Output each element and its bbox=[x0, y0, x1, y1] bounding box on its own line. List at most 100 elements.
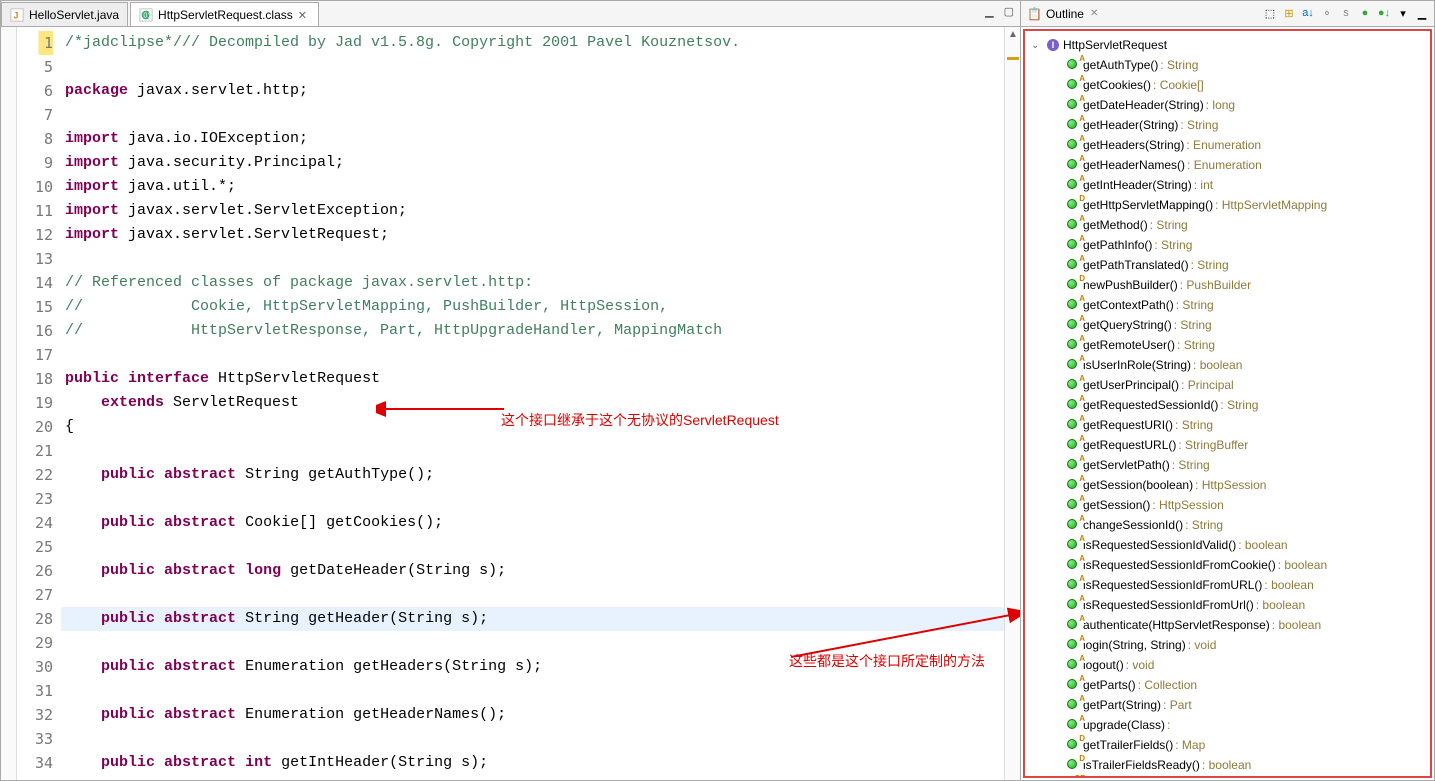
outline-method-item[interactable]: A getSession(boolean) : HttpSession bbox=[1025, 475, 1430, 495]
outline-method-item[interactable]: A authenticate(HttpServletResponse) : bo… bbox=[1025, 615, 1430, 635]
code-line[interactable] bbox=[61, 535, 1004, 559]
outline-method-item[interactable]: A getRequestURI() : String bbox=[1025, 415, 1430, 435]
code-line[interactable]: // Referenced classes of package javax.s… bbox=[61, 271, 1004, 295]
code-line[interactable]: public abstract Enumeration getHeaderNam… bbox=[61, 703, 1004, 727]
code-line[interactable]: { bbox=[61, 415, 1004, 439]
code-line[interactable] bbox=[61, 583, 1004, 607]
editor-tab[interactable]: 01HttpServletRequest.class✕ bbox=[130, 2, 319, 26]
code-line[interactable]: // Cookie, HttpServletMapping, PushBuild… bbox=[61, 295, 1004, 319]
outline-method-item[interactable]: A getHeaders(String) : Enumeration bbox=[1025, 135, 1430, 155]
code-line[interactable]: import java.io.IOException; bbox=[61, 127, 1004, 151]
method-icon: A bbox=[1067, 658, 1081, 672]
hide-nonpublic-icon[interactable]: ● bbox=[1357, 5, 1373, 21]
outline-method-item[interactable]: A getContextPath() : String bbox=[1025, 295, 1430, 315]
method-return-type: : boolean bbox=[1202, 758, 1251, 772]
outline-method-item[interactable]: A getQueryString() : String bbox=[1025, 315, 1430, 335]
outline-method-item[interactable]: A isRequestedSessionIdFromURL() : boolea… bbox=[1025, 575, 1430, 595]
code-area[interactable]: /*jadclipse*/// Decompiled by Jad v1.5.8… bbox=[61, 27, 1004, 780]
outline-method-item[interactable]: A login(String, String) : void bbox=[1025, 635, 1430, 655]
code-line[interactable] bbox=[61, 631, 1004, 655]
outline-header: 📋 Outline ✕ ⬚ ⊞ a↓ ⚬ s ● ●↓ ▾ ▁ bbox=[1021, 1, 1434, 27]
outline-method-item[interactable]: A getUserPrincipal() : Principal bbox=[1025, 375, 1430, 395]
code-line[interactable]: // HttpServletResponse, Part, HttpUpgrad… bbox=[61, 319, 1004, 343]
minimize-view-icon[interactable]: ▁ bbox=[1414, 5, 1430, 21]
link-icon[interactable]: ⊞ bbox=[1281, 5, 1297, 21]
outline-method-item[interactable]: A logout() : void bbox=[1025, 655, 1430, 675]
outline-method-item[interactable]: D newPushBuilder() : PushBuilder bbox=[1025, 275, 1430, 295]
outline-tree[interactable]: ⌄I HttpServletRequestA getAuthType() : S… bbox=[1023, 29, 1432, 778]
outline-method-item[interactable]: A getPathTranslated() : String bbox=[1025, 255, 1430, 275]
tab-close-icon[interactable]: ✕ bbox=[298, 9, 310, 21]
outline-method-item[interactable]: A getHeaderNames() : Enumeration bbox=[1025, 155, 1430, 175]
line-number: 22 bbox=[17, 463, 53, 487]
line-number: 13 bbox=[17, 247, 53, 271]
line-number: 31 bbox=[17, 679, 53, 703]
code-line[interactable]: package javax.servlet.http; bbox=[61, 79, 1004, 103]
outline-method-item[interactable]: A getIntHeader(String) : int bbox=[1025, 175, 1430, 195]
outline-method-item[interactable]: A getRequestedSessionId() : String bbox=[1025, 395, 1430, 415]
code-line[interactable]: public abstract String getAuthType(); bbox=[61, 463, 1004, 487]
outline-method-item[interactable]: SF BASIC_AUTH : String bbox=[1025, 775, 1430, 778]
outline-method-item[interactable]: A getPathInfo() : String bbox=[1025, 235, 1430, 255]
outline-method-item[interactable]: A isRequestedSessionIdValid() : boolean bbox=[1025, 535, 1430, 555]
code-line[interactable]: public abstract Enumeration getHeaders(S… bbox=[61, 655, 1004, 679]
outline-method-item[interactable]: A getServletPath() : String bbox=[1025, 455, 1430, 475]
editor-tab[interactable]: JHelloServlet.java bbox=[1, 2, 128, 26]
code-line[interactable]: public abstract long getDateHeader(Strin… bbox=[61, 559, 1004, 583]
outline-method-item[interactable]: A getParts() : Collection bbox=[1025, 675, 1430, 695]
code-line[interactable]: public abstract String getHeader(String … bbox=[61, 607, 1004, 631]
maximize-icon[interactable]: ▢ bbox=[1004, 5, 1014, 18]
code-line[interactable] bbox=[61, 439, 1004, 463]
outline-method-item[interactable]: A getSession() : HttpSession bbox=[1025, 495, 1430, 515]
outline-method-item[interactable]: A getDateHeader(String) : long bbox=[1025, 95, 1430, 115]
outline-method-item[interactable]: A upgrade(Class) : bbox=[1025, 715, 1430, 735]
outline-method-item[interactable]: A isUserInRole(String) : boolean bbox=[1025, 355, 1430, 375]
hide-static-icon[interactable]: s bbox=[1338, 5, 1354, 21]
scroll-up-icon[interactable]: ▲ bbox=[1008, 29, 1018, 40]
outline-method-item[interactable]: A getRemoteUser() : String bbox=[1025, 335, 1430, 355]
code-line[interactable] bbox=[61, 487, 1004, 511]
outline-method-item[interactable]: A getMethod() : String bbox=[1025, 215, 1430, 235]
outline-method-item[interactable]: A isRequestedSessionIdFromCookie() : boo… bbox=[1025, 555, 1430, 575]
outline-method-item[interactable]: A changeSessionId() : String bbox=[1025, 515, 1430, 535]
hide-fields-icon[interactable]: ⚬ bbox=[1319, 5, 1335, 21]
twisty-icon[interactable]: ⌄ bbox=[1031, 40, 1043, 51]
code-line[interactable]: import javax.servlet.ServletRequest; bbox=[61, 223, 1004, 247]
outline-method-item[interactable]: A getCookies() : Cookie[] bbox=[1025, 75, 1430, 95]
outline-method-item[interactable]: A isRequestedSessionIdFromUrl() : boolea… bbox=[1025, 595, 1430, 615]
code-line[interactable] bbox=[61, 679, 1004, 703]
outline-method-item[interactable]: D getTrailerFields() : Map bbox=[1025, 735, 1430, 755]
focus-icon[interactable]: ⬚ bbox=[1262, 5, 1278, 21]
code-line[interactable]: import javax.servlet.ServletException; bbox=[61, 199, 1004, 223]
class-file-icon: 01 bbox=[139, 8, 153, 22]
code-line[interactable] bbox=[61, 727, 1004, 751]
outline-method-item[interactable]: A getPart(String) : Part bbox=[1025, 695, 1430, 715]
code-line[interactable] bbox=[61, 343, 1004, 367]
sort-icon[interactable]: a↓ bbox=[1300, 5, 1316, 21]
code-line[interactable]: public abstract Cookie[] getCookies(); bbox=[61, 511, 1004, 535]
overview-ruler[interactable]: ▲ bbox=[1004, 27, 1020, 780]
method-return-type: : Enumeration bbox=[1186, 138, 1261, 152]
outline-method-item[interactable]: A getHeader(String) : String bbox=[1025, 115, 1430, 135]
folding-ruler[interactable] bbox=[1, 27, 17, 780]
minimize-icon[interactable]: ▁ bbox=[985, 5, 993, 18]
code-line[interactable] bbox=[61, 55, 1004, 79]
code-line[interactable] bbox=[61, 247, 1004, 271]
view-menu-icon[interactable]: ▾ bbox=[1395, 5, 1411, 21]
editor-pane: JHelloServlet.java01HttpServletRequest.c… bbox=[1, 1, 1021, 780]
code-line[interactable]: public abstract int getIntHeader(String … bbox=[61, 751, 1004, 775]
hide-local-icon[interactable]: ●↓ bbox=[1376, 5, 1392, 21]
code-line[interactable]: import java.util.*; bbox=[61, 175, 1004, 199]
outline-method-item[interactable]: D isTrailerFieldsReady() : boolean bbox=[1025, 755, 1430, 775]
outline-method-item[interactable]: D getHttpServletMapping() : HttpServletM… bbox=[1025, 195, 1430, 215]
code-line[interactable] bbox=[61, 775, 1004, 780]
code-line[interactable]: public interface HttpServletRequest bbox=[61, 367, 1004, 391]
outline-method-item[interactable]: A getRequestURL() : StringBuffer bbox=[1025, 435, 1430, 455]
code-line[interactable]: import java.security.Principal; bbox=[61, 151, 1004, 175]
outline-root-item[interactable]: ⌄I HttpServletRequest bbox=[1025, 35, 1430, 55]
code-line[interactable]: /*jadclipse*/// Decompiled by Jad v1.5.8… bbox=[61, 31, 1004, 55]
close-icon[interactable]: ✕ bbox=[1090, 8, 1098, 19]
code-line[interactable] bbox=[61, 103, 1004, 127]
outline-method-item[interactable]: A getAuthType() : String bbox=[1025, 55, 1430, 75]
code-line[interactable]: extends ServletRequest bbox=[61, 391, 1004, 415]
